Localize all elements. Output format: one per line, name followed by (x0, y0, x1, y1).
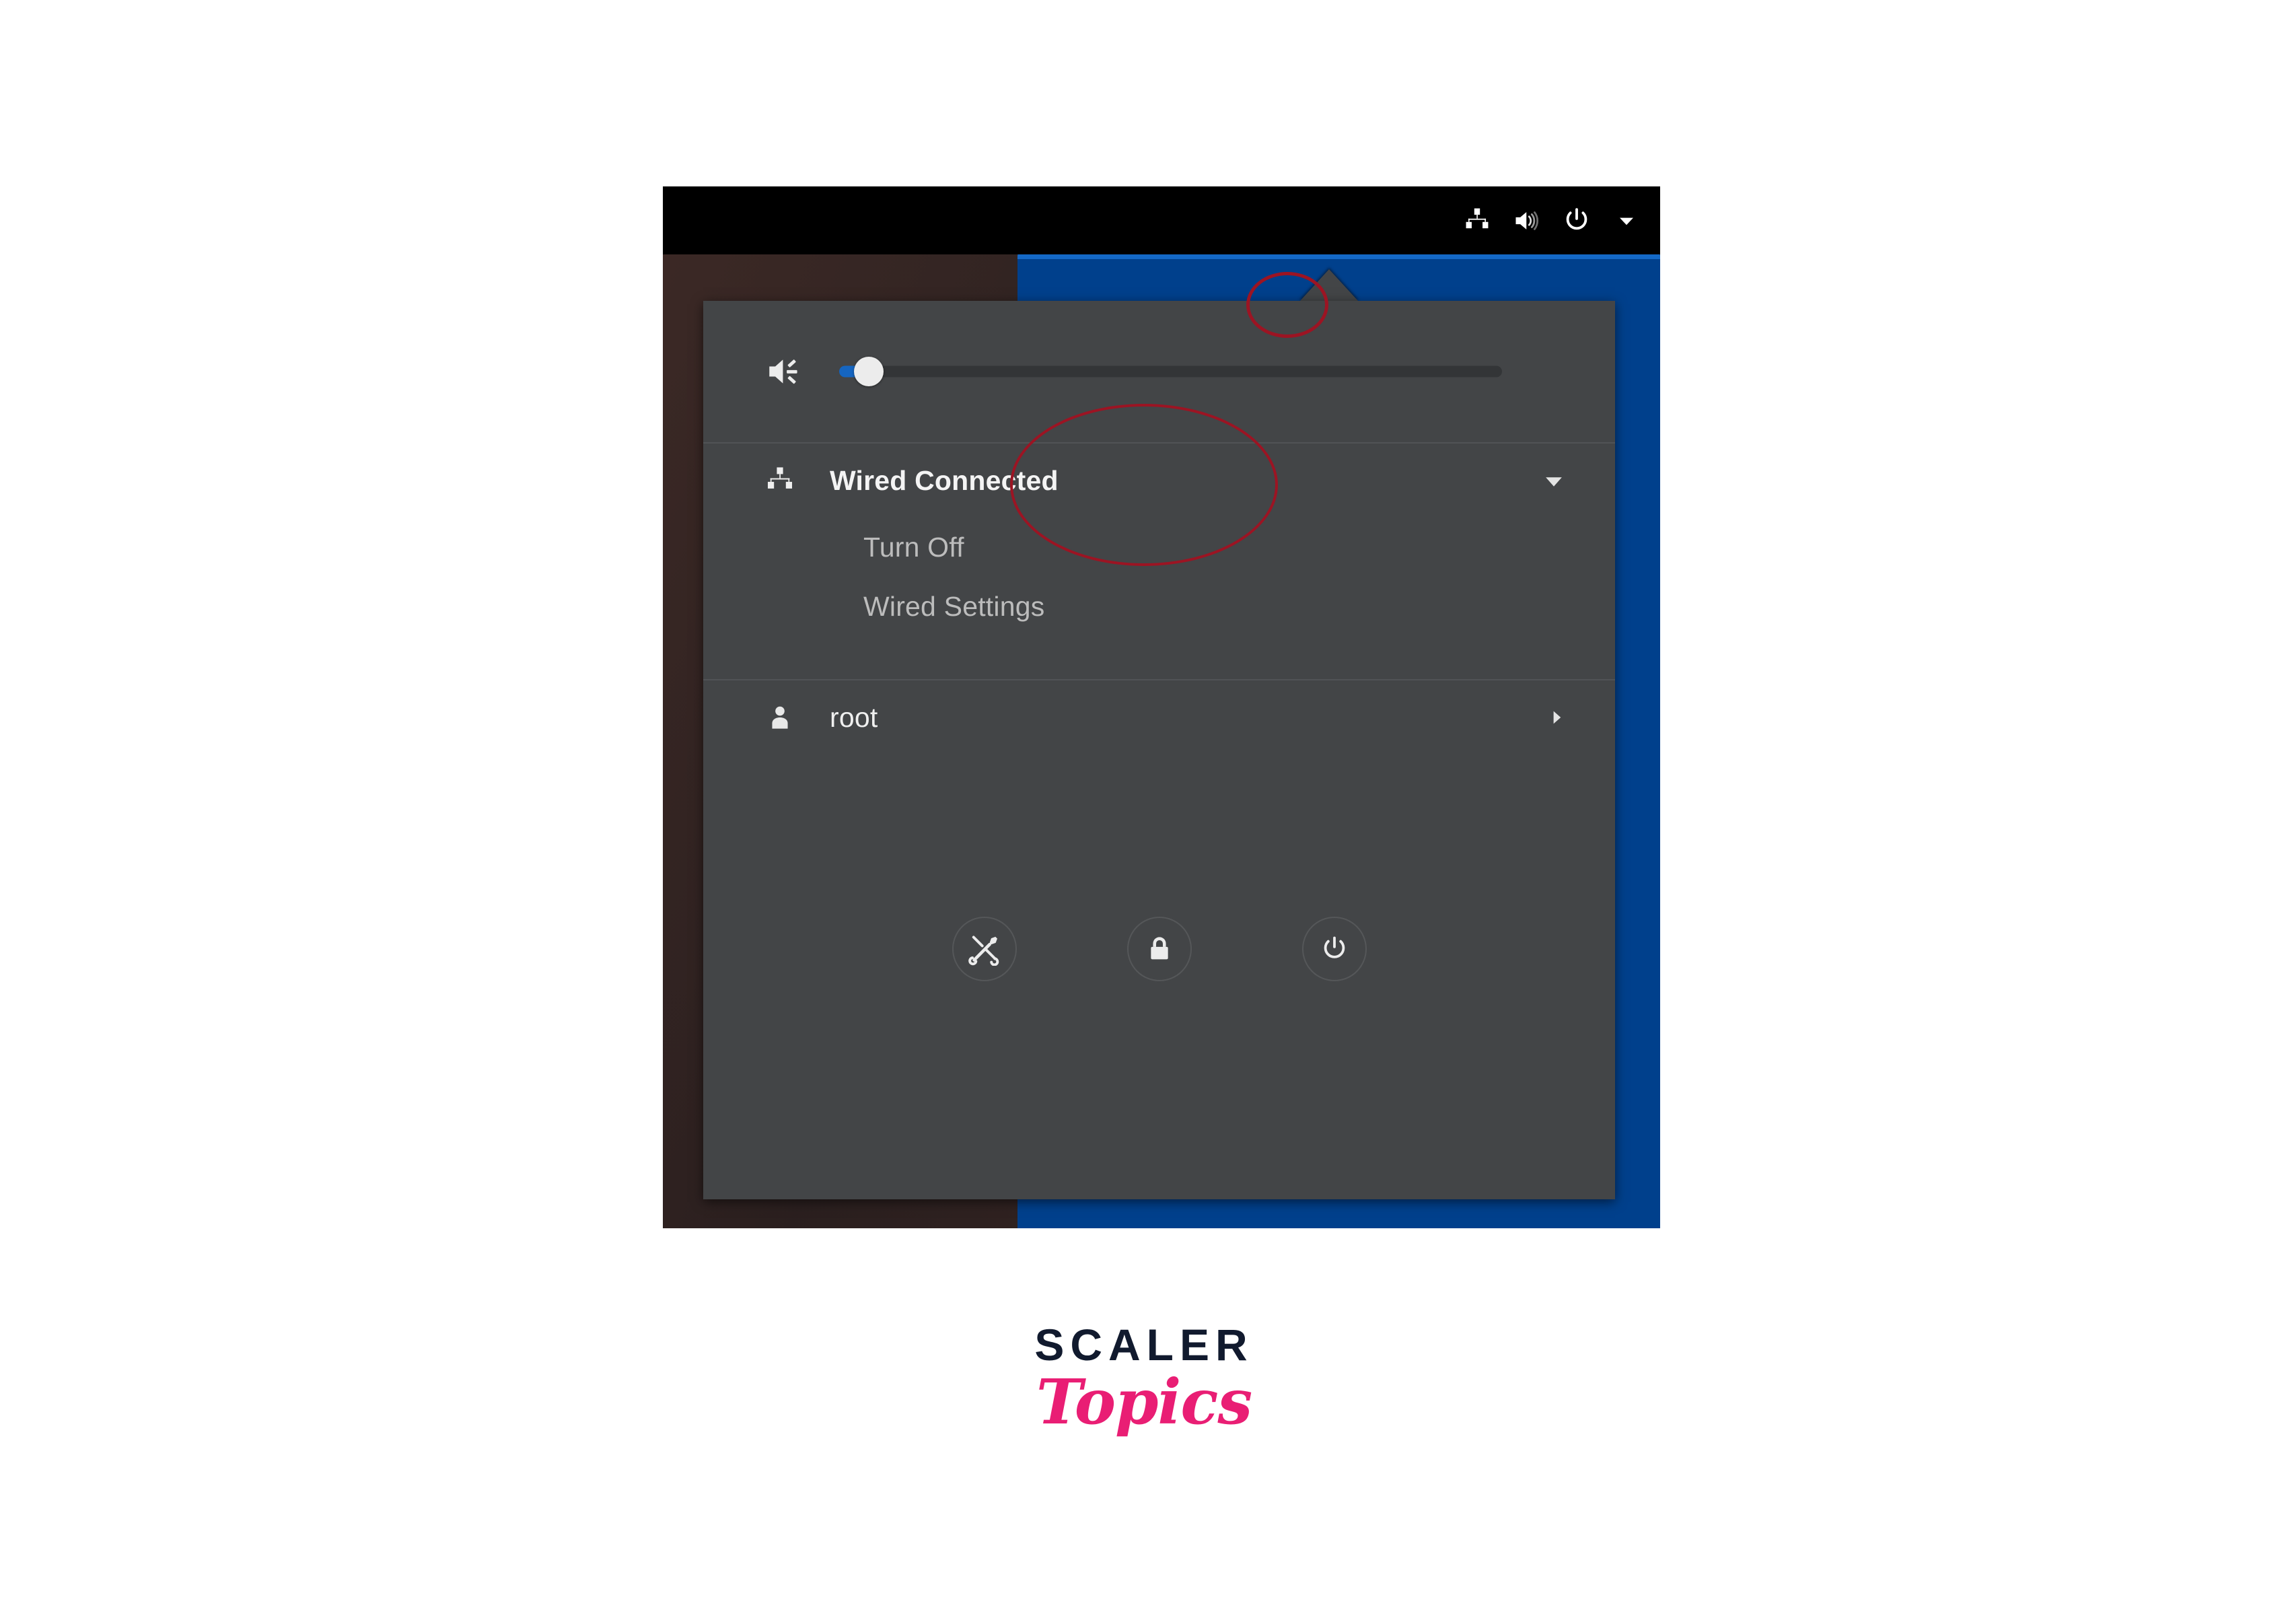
lock-button[interactable] (1127, 917, 1192, 981)
tray-volume-icon[interactable] (1511, 203, 1543, 239)
user-icon (764, 701, 796, 734)
turn-off-label: Turn Off (863, 531, 964, 563)
user-glyph (772, 706, 788, 729)
logo-primary-text: SCALER (1034, 1320, 1254, 1370)
network-wired-icon (1466, 208, 1489, 228)
system-menu-panel: Wired Connected Turn Off Wired Settings (703, 301, 1615, 1199)
volume-slider-handle[interactable] (854, 357, 884, 386)
volume-icon (1515, 211, 1539, 230)
power-icon (1566, 207, 1587, 230)
logo-secondary-text: Topics (1036, 1366, 1252, 1438)
volume-slider-track[interactable] (839, 365, 1502, 378)
user-expander[interactable] (1546, 707, 1567, 728)
volume-row (703, 301, 1615, 442)
wired-settings-label: Wired Settings (863, 590, 1045, 622)
network-item-turn-off[interactable]: Turn Off (703, 518, 1615, 577)
chevron-down-icon (1546, 477, 1562, 487)
menu-pointer-arrow (1299, 269, 1359, 302)
power-icon (1324, 936, 1345, 958)
volume-slider[interactable] (839, 357, 1502, 386)
action-bar (703, 917, 1615, 981)
network-section: Wired Connected Turn Off Wired Settings (703, 444, 1615, 679)
user-section: root (703, 680, 1615, 768)
network-wired-glyph (767, 467, 793, 489)
scaler-topics-logo: SCALER Topics (0, 1322, 2288, 1433)
power-off-button[interactable] (1301, 917, 1367, 981)
volume-low-icon[interactable] (764, 351, 806, 392)
tray-chevron-down-icon[interactable] (1610, 203, 1643, 239)
settings-button[interactable] (952, 917, 1017, 981)
tray-network-wired-icon[interactable] (1461, 203, 1493, 239)
tools-icon (968, 935, 999, 966)
system-tray (1461, 203, 1643, 239)
user-row-root[interactable]: root (703, 680, 1615, 754)
screenshot-region: Wired Connected Turn Off Wired Settings (663, 186, 1660, 1228)
tray-power-icon[interactable] (1561, 203, 1593, 239)
network-expander[interactable] (1541, 468, 1567, 493)
network-status-label: Wired Connected (830, 464, 1059, 496)
user-name-label: root (830, 701, 878, 733)
lock-icon (1150, 937, 1168, 960)
network-wired-icon (764, 464, 796, 497)
top-bar (663, 186, 1660, 254)
network-row[interactable]: Wired Connected (703, 444, 1615, 518)
chevron-down-icon (1620, 217, 1633, 225)
network-item-wired-settings[interactable]: Wired Settings (703, 577, 1615, 636)
chevron-right-icon (1553, 711, 1561, 724)
